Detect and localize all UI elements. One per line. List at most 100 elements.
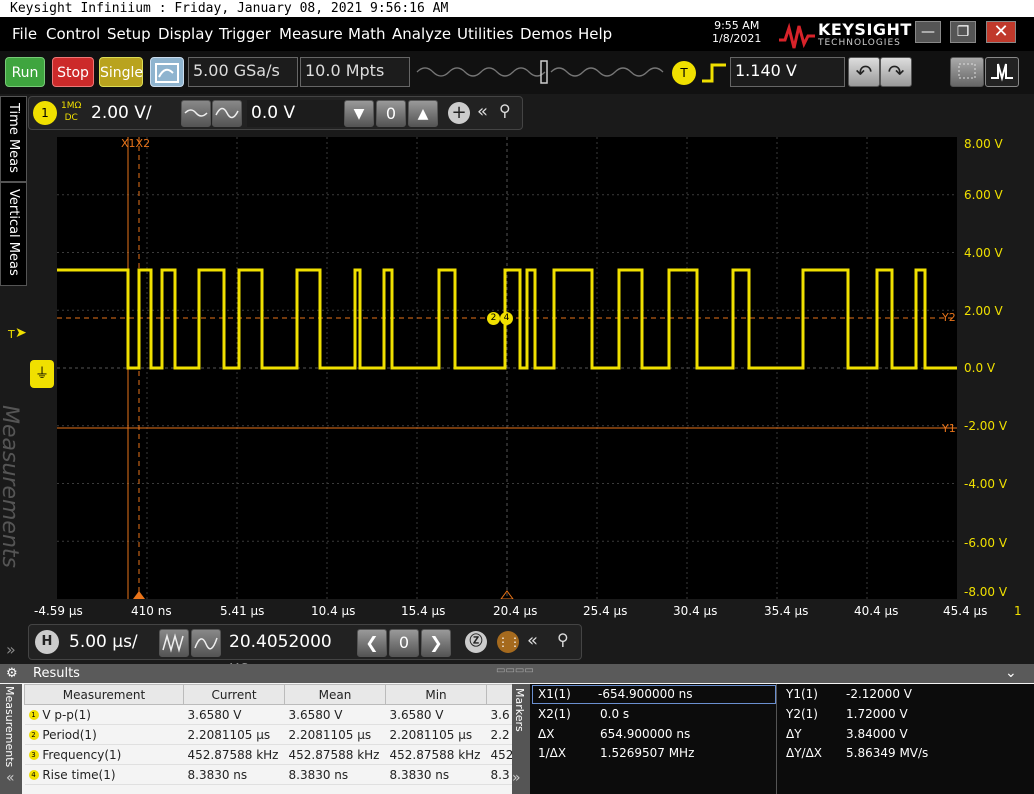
y-tick-label: 4.00 V — [964, 246, 1003, 260]
trigger-arrow-icon: ➤ — [15, 325, 27, 341]
touch-trigger-icon — [991, 63, 1013, 82]
maximize-button[interactable]: ❐ — [950, 21, 976, 43]
channel-ground-marker[interactable]: ⏚ — [30, 360, 54, 388]
trigger-position-marker[interactable] — [133, 591, 145, 599]
zoom-box-button[interactable] — [950, 57, 984, 87]
channel-1-badge[interactable]: 1 — [33, 101, 57, 125]
zoom-icon: Ⓩ — [469, 634, 483, 649]
memory-depth-field[interactable]: 10.0 Mpts — [300, 57, 410, 87]
y1-value[interactable]: -2.12000 V — [846, 687, 912, 701]
column-header: Mean — [284, 684, 386, 705]
time-position-field[interactable]: 20.4052000 µs — [225, 629, 355, 678]
dydx-value: 5.86349 MV/s — [846, 746, 929, 760]
resize-handle[interactable]: ▭▭▭▭ — [496, 661, 534, 680]
scroll-left-icon[interactable]: « — [6, 770, 15, 786]
menu-control[interactable]: Control — [46, 25, 100, 43]
channel-offset-field[interactable]: 0.0 V — [247, 100, 345, 127]
menu-utilities[interactable]: Utilities — [457, 25, 513, 43]
y2-value[interactable]: 1.72000 V — [846, 707, 908, 721]
redo-button[interactable]: ↷ — [880, 57, 912, 87]
menu-display[interactable]: Display — [158, 25, 213, 43]
current-cell: 3.6580 V — [183, 704, 285, 725]
x2-label: X2(1) — [538, 707, 571, 721]
y-tick-label: 8.00 V — [964, 137, 1003, 151]
time-scale-down[interactable] — [159, 629, 189, 657]
single-button[interactable]: Single — [99, 57, 143, 87]
touch-trigger-button[interactable] — [985, 57, 1019, 87]
memory-overview[interactable] — [415, 59, 665, 85]
undo-icon: ↶ — [855, 60, 873, 84]
position-left-button[interactable]: ❮ — [357, 629, 387, 657]
rising-edge-icon[interactable] — [700, 61, 730, 85]
channel-scale-down[interactable] — [181, 100, 211, 127]
menu-trigger[interactable]: Trigger — [219, 25, 271, 43]
close-button[interactable]: ✕ — [986, 21, 1016, 43]
waveform-display[interactable]: X1X2 Y2 Y1 2 4 — [57, 137, 957, 600]
table-row[interactable]: 4 Rise time(1) 8.3830 ns 8.3830 ns 8.383… — [24, 764, 526, 785]
column-header: Measurement — [24, 684, 184, 705]
time-scale-field[interactable]: 5.00 µs/ — [65, 629, 161, 657]
offset-down-button[interactable]: ▼ — [344, 100, 374, 127]
x-tick-label: 40.4 µs — [854, 604, 899, 618]
arrow-right-icon: ❯ — [429, 633, 443, 652]
column-header: Current — [183, 684, 285, 705]
channel-scale-up[interactable] — [212, 100, 242, 127]
table-header-row: Measurement Current Mean Min — [24, 684, 526, 705]
tab-vertical-meas[interactable]: Vertical Meas — [0, 182, 27, 286]
pin-icon[interactable]: ⚲ — [499, 101, 511, 120]
mean-cell: 3.6580 V — [284, 704, 386, 725]
measurement-name: 2 Period(1) — [24, 724, 184, 745]
autoscale-button[interactable] — [150, 57, 184, 87]
trigger-badge[interactable]: T — [672, 61, 696, 85]
position-zero-button[interactable]: 0 — [389, 629, 419, 657]
scroll-right-icon[interactable]: » — [512, 770, 521, 786]
horizontal-badge[interactable]: H — [35, 630, 59, 654]
add-waveform-button[interactable]: + — [448, 102, 470, 124]
x-tick-label: 10.4 µs — [311, 604, 356, 618]
stop-button[interactable]: Stop — [52, 57, 94, 87]
x-tick-label: 20.4 µs — [493, 604, 538, 618]
pin-icon[interactable]: ⚲ — [557, 630, 569, 649]
channel-scale-field[interactable]: 2.00 V/ — [87, 100, 177, 127]
menu-help[interactable]: Help — [578, 25, 612, 43]
run-button[interactable]: Run — [5, 57, 45, 87]
settings-icon[interactable]: ⚙ — [6, 664, 18, 683]
offset-up-button[interactable]: ▲ — [408, 100, 438, 127]
dydx-label: ΔY/ΔX — [786, 746, 823, 760]
trigger-level-field[interactable]: 1.140 V — [730, 57, 845, 87]
table-row[interactable]: 2 Period(1) 2.2081105 µs 2.2081105 µs 2.… — [24, 724, 526, 745]
menu-setup[interactable]: Setup — [107, 25, 151, 43]
menu-math[interactable]: Math — [348, 25, 386, 43]
time-scale-up[interactable] — [191, 629, 221, 657]
offset-zero-button[interactable]: 0 — [376, 100, 406, 127]
collapse-results-icon[interactable]: ⌄ — [1005, 664, 1017, 683]
trigger-level-marker[interactable]: T ➤ — [0, 300, 27, 341]
tab-measurements[interactable]: Measurements — [0, 395, 27, 635]
tab-time-meas[interactable]: Time Meas — [0, 96, 27, 182]
collapse-icon[interactable]: « — [527, 630, 538, 651]
x2-value[interactable]: 0.0 s — [600, 707, 629, 721]
expand-left-icon[interactable]: » — [6, 640, 16, 659]
column-header: Min — [385, 684, 487, 705]
sample-rate-field[interactable]: 5.00 GSa/s — [188, 57, 298, 87]
channel-coupling[interactable]: 1MΩ DC — [61, 100, 81, 124]
menu-measure[interactable]: Measure — [279, 25, 343, 43]
menu-analyze[interactable]: Analyze — [392, 25, 451, 43]
y-tick-label: 6.00 V — [964, 188, 1003, 202]
clock: 9:55 AM 1/8/2021 — [712, 19, 761, 45]
horizontal-bar: H 5.00 µs/ 20.4052000 µs ❮ 0 ❯ Ⓩ ⋮⋮ « ⚲ — [28, 624, 582, 678]
table-row[interactable]: 3 Frequency(1) 452.87588 kHz 452.87588 k… — [24, 744, 526, 765]
zoom-button[interactable]: Ⓩ — [465, 631, 487, 653]
menu-file[interactable]: File — [12, 25, 37, 43]
current-cell: 8.3830 ns — [183, 764, 285, 785]
x-tick-label: 5.41 µs — [220, 604, 265, 618]
menu-demos[interactable]: Demos — [520, 25, 572, 43]
minimize-button[interactable]: — — [915, 21, 941, 43]
segment-button[interactable]: ⋮⋮ — [497, 631, 521, 653]
y-tick-label: -4.00 V — [964, 477, 1008, 491]
position-right-button[interactable]: ❯ — [421, 629, 451, 657]
x1-value[interactable]: -654.900000 ns — [598, 687, 693, 701]
table-row[interactable]: 1 V p-p(1) 3.6580 V 3.6580 V 3.6580 V 3.… — [24, 704, 526, 725]
collapse-icon[interactable]: « — [477, 101, 488, 122]
undo-button[interactable]: ↶ — [848, 57, 880, 87]
